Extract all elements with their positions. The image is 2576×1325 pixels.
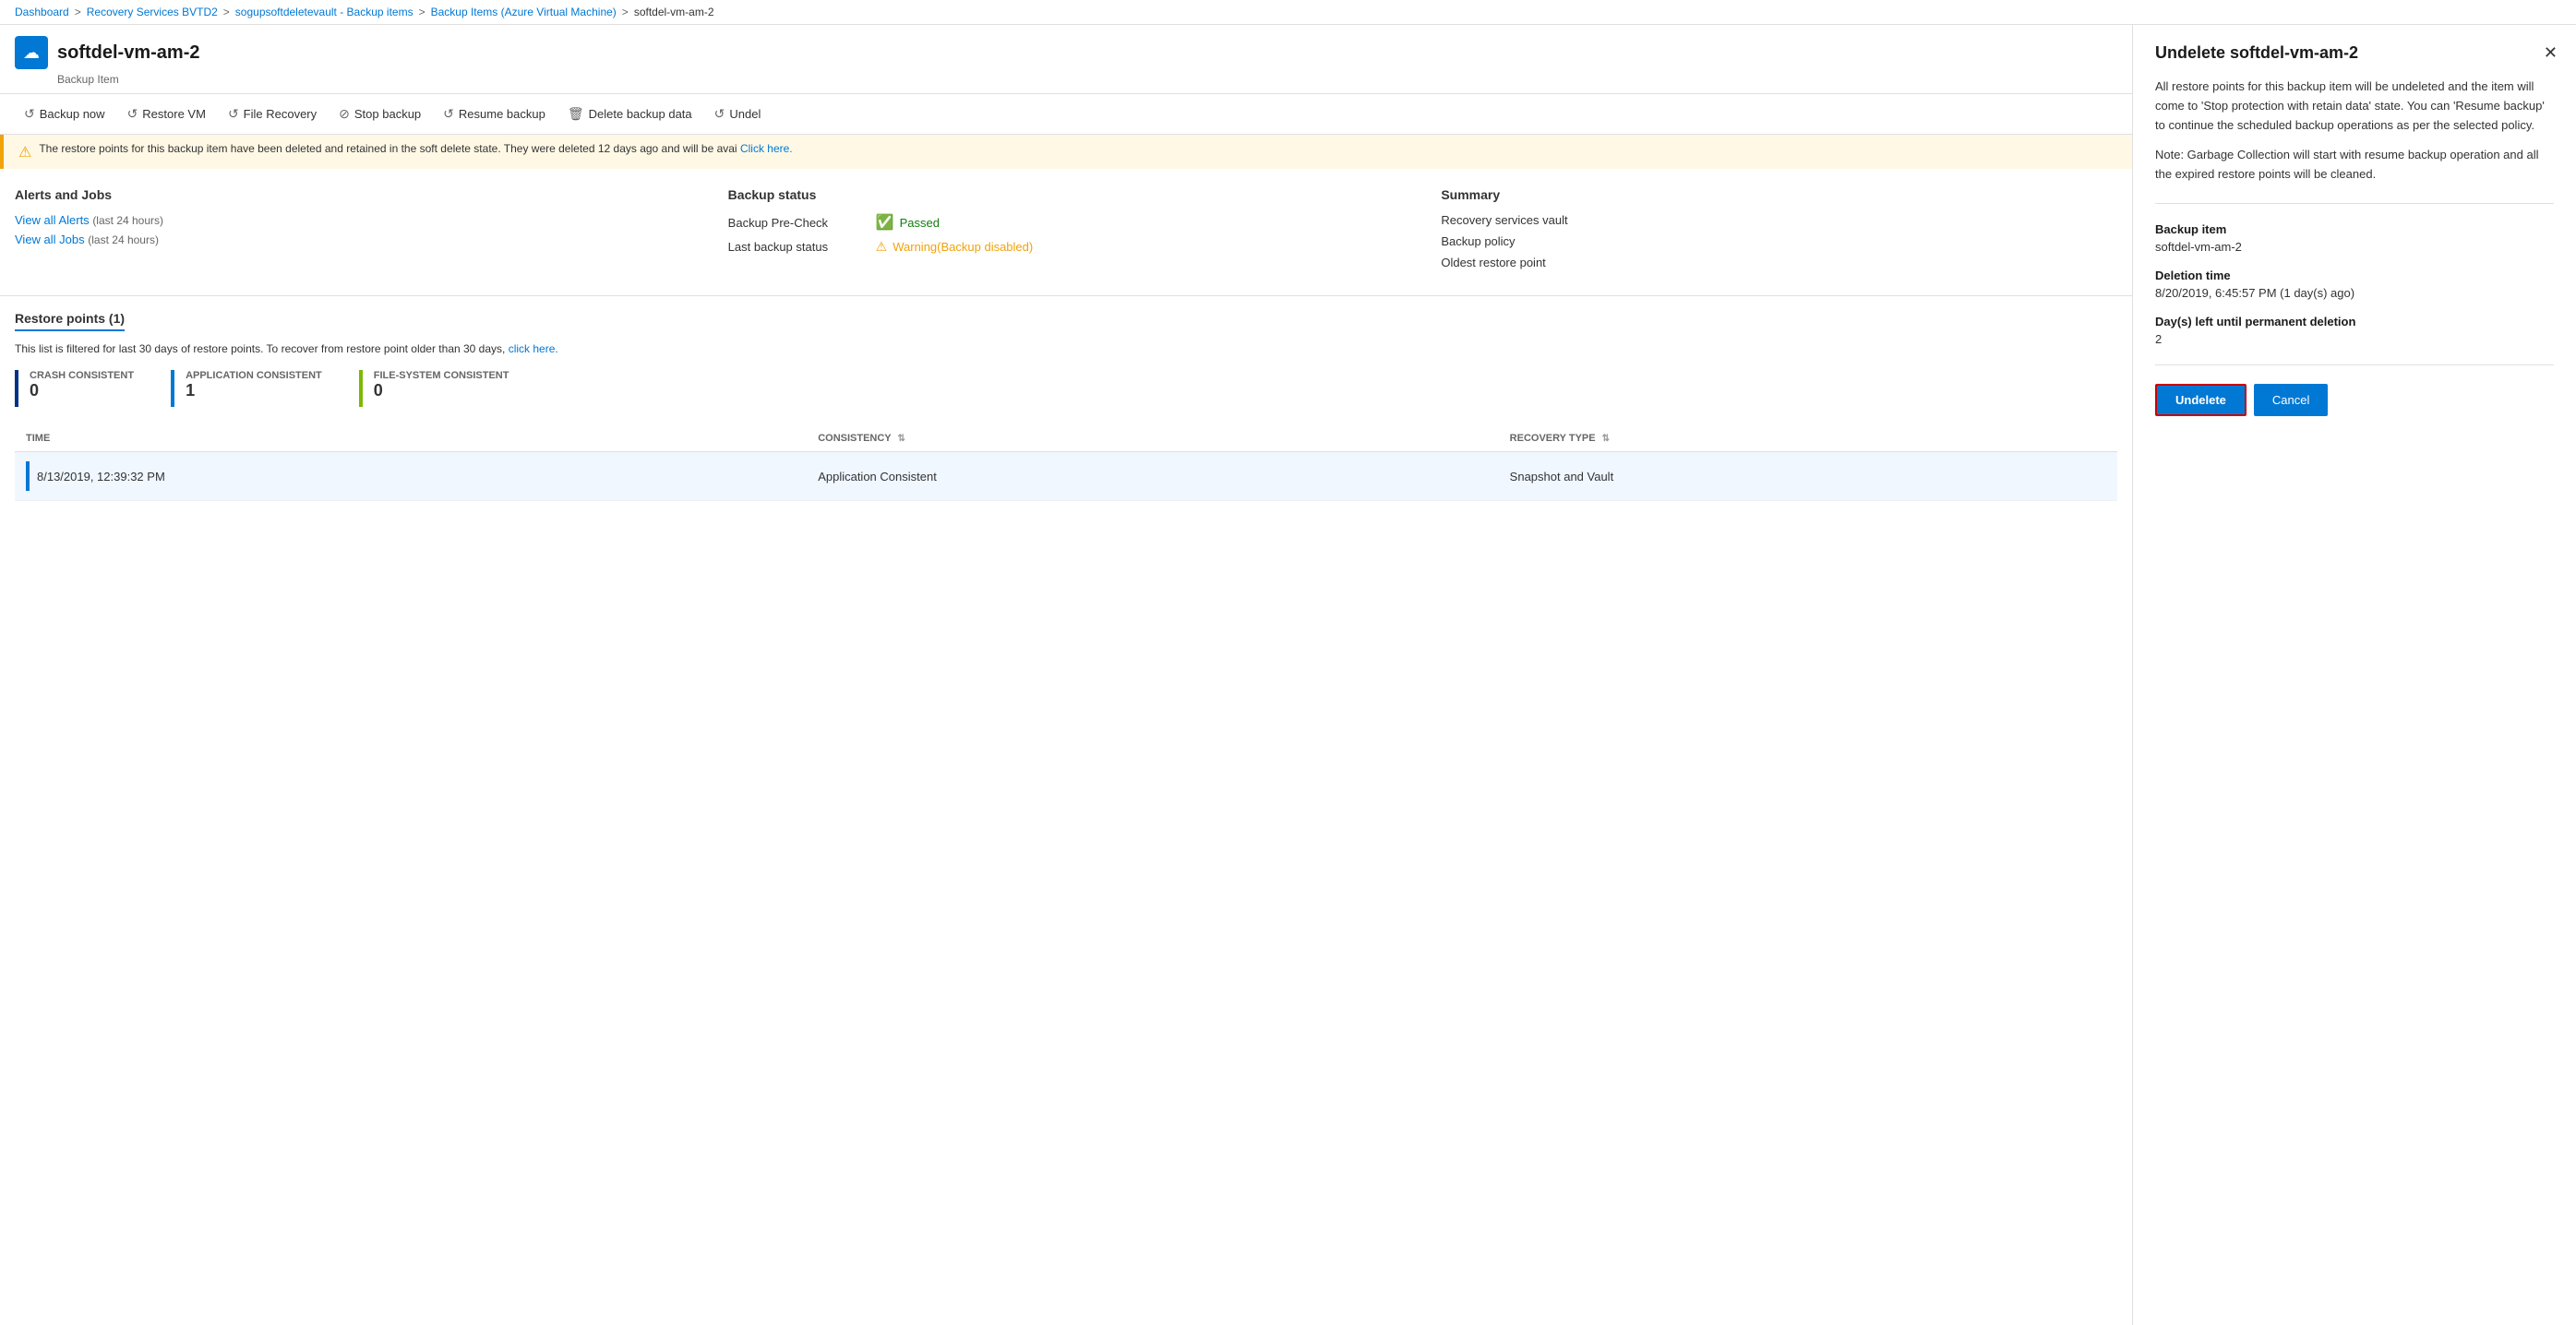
recovery-type-sort-icon: ⇅ — [1602, 434, 1610, 444]
file-consistent-bar — [359, 370, 363, 407]
table-row[interactable]: 8/13/2019, 12:39:32 PM Application Consi… — [15, 452, 2117, 501]
days-left-value: 2 — [2155, 332, 2554, 346]
row-recovery-type: Snapshot and Vault — [1499, 452, 2117, 501]
restore-table: TIME CONSISTENCY ⇅ RECOVERY TYPE ⇅ — [15, 425, 2117, 501]
toolbar: ↺ Backup now ↺ Restore VM ↺ File Recover… — [0, 94, 2132, 135]
warning-message: The restore points for this backup item … — [39, 142, 737, 155]
last-backup-status-row: Last backup status ⚠ Warning(Backup disa… — [728, 239, 1405, 255]
alerts-title: Alerts and Jobs — [15, 187, 691, 202]
backup-now-button[interactable]: ↺ Backup now — [15, 101, 114, 126]
restore-section: Restore points (1) This list is filtered… — [0, 296, 2132, 516]
crash-consistent-label: CRASH CONSISTENT — [30, 370, 134, 381]
stop-backup-button[interactable]: ⊘ Stop backup — [329, 101, 430, 126]
left-panel: ☁ softdel-vm-am-2 Backup Item ↺ Backup n… — [0, 25, 2133, 1325]
app-consistent-count: 1 — [186, 381, 322, 400]
panel-title: Undelete softdel-vm-am-2 — [2155, 43, 2554, 63]
undelete-toolbar-button[interactable]: ↺ Undel — [705, 101, 771, 126]
breadcrumb-dashboard[interactable]: Dashboard — [15, 6, 69, 18]
restore-vm-icon: ↺ — [127, 106, 138, 122]
app-consistent-label: APPLICATION CONSISTENT — [186, 370, 322, 381]
deletion-time-label: Deletion time — [2155, 269, 2554, 282]
restore-points-title: Restore points (1) — [15, 311, 125, 331]
days-left-label: Day(s) left until permanent deletion — [2155, 315, 2554, 328]
file-consistent-count: 0 — [374, 381, 509, 400]
file-recovery-icon: ↺ — [228, 106, 239, 122]
last-backup-status: Warning(Backup disabled) — [893, 240, 1033, 254]
row-consistency: Application Consistent — [807, 452, 1498, 501]
oldest-restore-point-link[interactable]: Oldest restore point — [1441, 256, 2117, 269]
backup-now-icon: ↺ — [24, 106, 35, 122]
page-title: softdel-vm-am-2 — [57, 42, 199, 64]
panel-actions: Undelete Cancel — [2155, 384, 2554, 416]
last-backup-value: ⚠ Warning(Backup disabled) — [876, 239, 1034, 255]
file-recovery-button[interactable]: ↺ File Recovery — [219, 101, 326, 126]
deletion-time-value: 8/20/2019, 6:45:57 PM (1 day(s) ago) — [2155, 286, 2554, 300]
view-all-jobs-link[interactable]: View all Jobs (last 24 hours) — [15, 233, 691, 246]
breadcrumb-vault[interactable]: sogupsoftdeletevault - Backup items — [235, 6, 413, 18]
consistency-sort-icon: ⇅ — [898, 434, 905, 444]
backup-item-field: Backup item softdel-vm-am-2 — [2155, 222, 2554, 254]
panel-description-1: All restore points for this backup item … — [2155, 78, 2554, 135]
resume-backup-button[interactable]: ↺ Resume backup — [434, 101, 555, 126]
panel-divider — [2155, 203, 2554, 204]
vm-icon: ☁ — [15, 36, 48, 69]
panel-close-button[interactable]: ✕ — [2540, 40, 2561, 66]
backup-policy-link[interactable]: Backup policy — [1441, 234, 2117, 248]
file-consistent-item: FILE-SYSTEM CONSISTENT 0 — [359, 370, 509, 407]
restore-vm-button[interactable]: ↺ Restore VM — [118, 101, 215, 126]
backup-pre-check-value: ✅ Passed — [876, 213, 940, 232]
check-icon: ✅ — [876, 213, 894, 232]
backup-status-section: Backup status Backup Pre-Check ✅ Passed … — [728, 187, 1405, 277]
col-time: TIME — [15, 425, 807, 452]
app-consistent-item: APPLICATION CONSISTENT 1 — [171, 370, 322, 407]
warning-link[interactable]: Click here. — [740, 142, 793, 155]
backup-pre-check-row: Backup Pre-Check ✅ Passed — [728, 213, 1405, 232]
row-indicator — [26, 461, 30, 491]
cancel-button[interactable]: Cancel — [2254, 384, 2328, 416]
deletion-time-field: Deletion time 8/20/2019, 6:45:57 PM (1 d… — [2155, 269, 2554, 300]
view-all-alerts-link[interactable]: View all Alerts (last 24 hours) — [15, 213, 691, 227]
page-subtitle: Backup Item — [57, 73, 2117, 86]
delete-icon: 🗑 — [568, 106, 584, 122]
content-sections: Alerts and Jobs View all Alerts (last 24… — [0, 169, 2132, 296]
app-consistent-bar — [171, 370, 174, 407]
col-recovery-type[interactable]: RECOVERY TYPE ⇅ — [1499, 425, 2117, 452]
delete-backup-data-button[interactable]: 🗑 Delete backup data — [558, 101, 701, 126]
backup-item-label: Backup item — [2155, 222, 2554, 236]
undelete-button[interactable]: Undelete — [2155, 384, 2247, 416]
backup-status-title: Backup status — [728, 187, 1405, 202]
stop-backup-icon: ⊘ — [339, 106, 350, 122]
warning-triangle-icon: ⚠ — [876, 239, 888, 255]
breadcrumb-recovery-services[interactable]: Recovery Services BVTD2 — [87, 6, 218, 18]
file-consistent-label: FILE-SYSTEM CONSISTENT — [374, 370, 509, 381]
breadcrumb: Dashboard > Recovery Services BVTD2 > so… — [0, 0, 2576, 25]
last-backup-label: Last backup status — [728, 240, 876, 254]
crash-consistent-item: CRASH CONSISTENT 0 — [15, 370, 134, 407]
recovery-services-vault-link[interactable]: Recovery services vault — [1441, 213, 2117, 227]
right-panel: Undelete softdel-vm-am-2 ✕ All restore p… — [2133, 25, 2576, 1325]
breadcrumb-backup-items[interactable]: Backup Items (Azure Virtual Machine) — [431, 6, 617, 18]
days-left-field: Day(s) left until permanent deletion 2 — [2155, 315, 2554, 346]
filter-link[interactable]: click here. — [509, 342, 558, 355]
resume-backup-icon: ↺ — [443, 106, 454, 122]
summary-section: Summary Recovery services vault Backup p… — [1441, 187, 2117, 277]
summary-title: Summary — [1441, 187, 2117, 202]
crash-consistent-bar — [15, 370, 18, 407]
backup-pre-check-label: Backup Pre-Check — [728, 216, 876, 230]
panel-divider-2 — [2155, 364, 2554, 365]
row-time: 8/13/2019, 12:39:32 PM — [15, 452, 807, 501]
col-consistency[interactable]: CONSISTENCY ⇅ — [807, 425, 1498, 452]
backup-pre-check-status: Passed — [900, 216, 940, 230]
warning-banner: ⚠ The restore points for this backup ite… — [0, 135, 2132, 169]
backup-item-value: softdel-vm-am-2 — [2155, 240, 2554, 254]
filter-text: This list is filtered for last 30 days o… — [15, 342, 2117, 355]
panel-description-2: Note: Garbage Collection will start with… — [2155, 146, 2554, 185]
consistency-bars: CRASH CONSISTENT 0 APPLICATION CONSISTEN… — [15, 370, 2117, 407]
crash-consistent-count: 0 — [30, 381, 134, 400]
alerts-section: Alerts and Jobs View all Alerts (last 24… — [15, 187, 691, 277]
breadcrumb-current: softdel-vm-am-2 — [634, 6, 714, 18]
undelete-toolbar-icon: ↺ — [714, 106, 725, 122]
warning-icon: ⚠ — [18, 143, 31, 161]
page-header: ☁ softdel-vm-am-2 Backup Item — [0, 25, 2132, 94]
